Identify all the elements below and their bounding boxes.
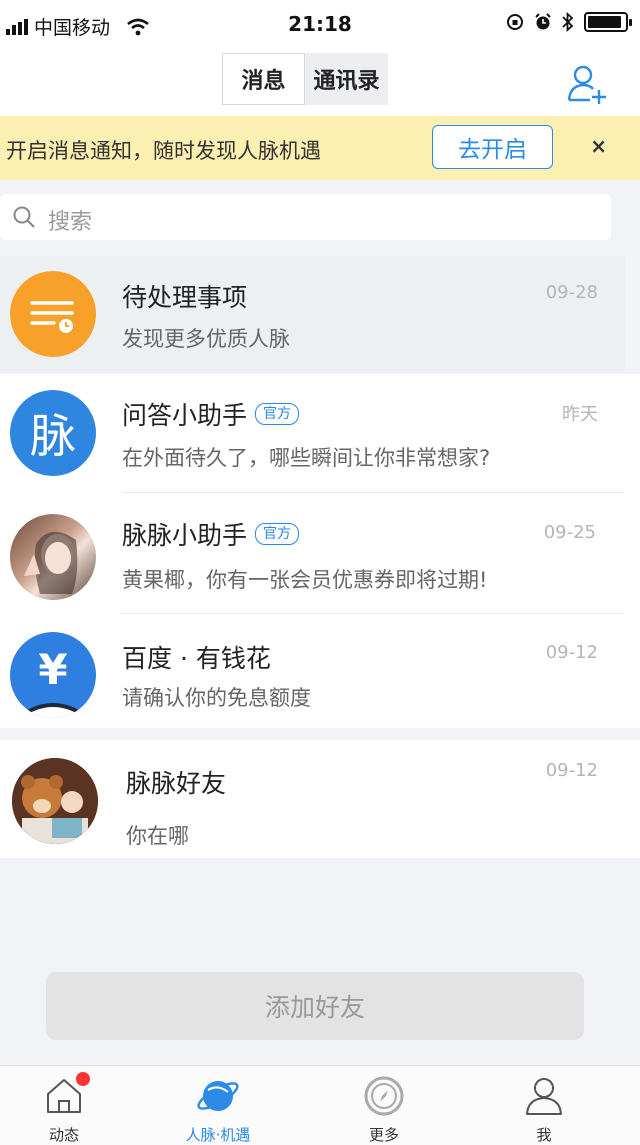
tab-feed[interactable]: 动态	[14, 1072, 114, 1145]
pending-avatar	[10, 271, 96, 357]
bear-photo-image	[12, 758, 98, 844]
home-icon	[42, 1072, 90, 1118]
task-list-icon	[30, 301, 74, 333]
conversation-title: 待处理事项	[122, 283, 248, 312]
conversation-date: 昨天	[562, 404, 598, 425]
conversation-preview: 请确认你的免息额度	[122, 686, 311, 710]
planet-icon	[196, 1074, 240, 1118]
conversation-pending[interactable]: 待处理事项 发现更多优质人脉 09-28	[0, 256, 625, 373]
conversation-title: 脉脉小助手 官方	[122, 516, 300, 552]
conversation-title: 百度 · 有钱花	[122, 644, 271, 673]
add-contact-icon[interactable]	[566, 62, 610, 106]
tab-label: 动态	[48, 1126, 79, 1144]
tab-network[interactable]: 人脉·机遇	[168, 1074, 268, 1145]
conversation-baidu[interactable]: ¥ 百度 · 有钱花 请确认你的免息额度 09-12	[0, 614, 640, 728]
segmented-control: 消息 通讯录	[222, 53, 388, 105]
official-badge: 官方	[255, 403, 300, 425]
tab-bar: 动态 人脉·机遇 更多 我	[0, 1065, 640, 1145]
battery-icon	[584, 12, 632, 32]
yen-icon: ¥	[10, 645, 96, 718]
notification-dot	[76, 1072, 90, 1086]
tab-label: 我	[536, 1126, 552, 1144]
tab-messages[interactable]: 消息	[222, 53, 305, 105]
conversation-preview: 在外面待久了，哪些瞬间让你非常想家?	[122, 446, 491, 470]
tab-label: 更多	[368, 1126, 399, 1144]
baidu-avatar: ¥	[10, 632, 96, 718]
bluetooth-icon	[562, 12, 574, 32]
conversation-date: 09-12	[545, 642, 598, 663]
orientation-lock-icon	[507, 14, 523, 30]
add-friend-button[interactable]: 添加好友	[46, 972, 584, 1040]
status-bar: 中国移动 21:18	[0, 0, 640, 50]
search-icon	[13, 206, 35, 228]
conversation-maimai-assistant[interactable]: 脉脉小助手 官方 黄果椰，你有一张会员优惠券即将过期! 09-25	[0, 494, 640, 614]
svg-text:¥: ¥	[38, 645, 67, 694]
row-divider	[122, 492, 624, 493]
alarm-icon	[535, 13, 551, 30]
official-badge: 官方	[255, 523, 300, 545]
status-icons	[506, 12, 632, 32]
compass-icon	[362, 1074, 406, 1118]
nav-bar: 消息 通讯录	[0, 50, 640, 116]
conversation-date: 09-25	[543, 522, 596, 543]
tab-me[interactable]: 我	[494, 1074, 594, 1145]
enable-notifications-button[interactable]: 去开启	[432, 125, 553, 169]
notification-banner: 开启消息通知，随时发现人脉机遇 去开启 ×	[0, 116, 640, 180]
portrait-image	[24, 531, 78, 594]
tab-label: 人脉·机遇	[185, 1126, 251, 1144]
tab-contacts[interactable]: 通讯录	[305, 53, 388, 105]
conversation-date: 09-28	[545, 282, 598, 303]
tab-more[interactable]: 更多	[334, 1074, 434, 1145]
conversation-qa-assistant[interactable]: 脉 问答小助手 官方 在外面待久了，哪些瞬间让你非常想家? 昨天	[0, 374, 640, 494]
search-placeholder: 搜索	[48, 210, 93, 235]
conversation-date: 09-12	[545, 760, 598, 781]
friends-avatar	[12, 758, 98, 844]
conversation-title: 脉脉好友	[126, 769, 227, 798]
banner-text: 开启消息通知，随时发现人脉机遇	[6, 139, 321, 163]
conversation-friends[interactable]: 脉脉好友 你在哪 09-12	[0, 740, 640, 858]
maimai-avatar: 脉	[10, 390, 96, 476]
search-bar[interactable]: 搜索	[0, 194, 611, 240]
conversation-preview: 你在哪	[126, 824, 189, 848]
user-photo-avatar	[10, 514, 96, 600]
conversation-preview: 黄果椰，你有一张会员优惠券即将过期!	[122, 568, 488, 592]
conversation-preview: 发现更多优质人脉	[122, 327, 290, 351]
banner-close-button[interactable]: ×	[590, 134, 607, 158]
conversation-title: 问答小助手 官方	[122, 396, 300, 432]
avatar-glyph: 脉	[30, 409, 76, 463]
person-icon	[522, 1074, 566, 1118]
